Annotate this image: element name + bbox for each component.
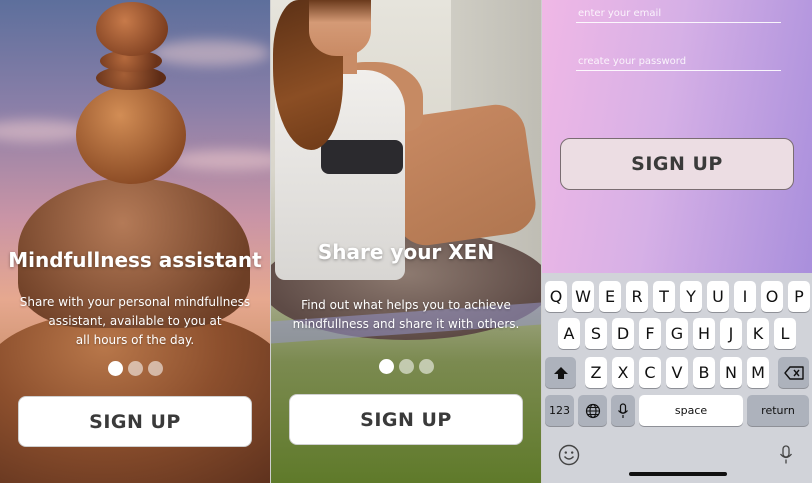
key-o[interactable]: O [761, 281, 783, 312]
page-dot-active[interactable] [107, 361, 123, 376]
on-screen-keyboard: Q W E R T Y U I O P A S D F G H J K L Z … [542, 273, 812, 483]
key-h[interactable]: H [693, 318, 715, 349]
key-l[interactable]: L [774, 318, 796, 349]
page-dot[interactable] [127, 361, 143, 376]
password-field[interactable] [576, 56, 781, 71]
key-n[interactable]: N [720, 357, 742, 388]
key-d[interactable]: D [612, 318, 634, 349]
description-line: Find out what helps you to achieve [301, 298, 511, 312]
key-s[interactable]: S [585, 318, 607, 349]
page-dot-active[interactable] [378, 359, 394, 374]
description-line: Share with your personal mindfullness [19, 295, 251, 309]
shift-key[interactable] [545, 357, 576, 388]
globe-icon [585, 403, 600, 418]
screen-title: Mindfullness assistant [8, 248, 262, 272]
sign-up-submit-button[interactable]: SIGN UP [560, 138, 794, 190]
description-line: mindfullness and share it with others. [292, 317, 520, 331]
sign-up-button[interactable]: SIGN UP [18, 396, 252, 447]
top-stone [96, 2, 168, 56]
shift-icon [553, 366, 568, 379]
description-line: all hours of the day. [75, 333, 195, 347]
key-y[interactable]: Y [680, 281, 702, 312]
delete-key[interactable] [778, 357, 809, 388]
gradient-background [542, 0, 812, 273]
key-v[interactable]: V [666, 357, 688, 388]
signup-form-screen: SIGN UP Q W E R T Y U I O P A S D F G H … [542, 0, 812, 483]
numbers-key[interactable]: 123 [545, 395, 574, 426]
head [309, 0, 371, 56]
key-t[interactable]: T [653, 281, 675, 312]
sign-up-button[interactable]: SIGN UP [289, 394, 523, 445]
key-m[interactable]: M [747, 357, 769, 388]
key-f[interactable]: F [639, 318, 661, 349]
page-indicator [0, 361, 270, 376]
return-key[interactable]: return [747, 395, 809, 426]
dictation-button[interactable] [773, 442, 799, 468]
key-u[interactable]: U [707, 281, 729, 312]
key-i[interactable]: I [734, 281, 756, 312]
key-z[interactable]: Z [585, 357, 607, 388]
microphone-key[interactable] [611, 395, 635, 426]
key-b[interactable]: B [693, 357, 715, 388]
microphone-icon [618, 402, 628, 418]
onboarding-screen-share: Share your XEN Find out what helps you t… [271, 0, 541, 483]
screen-description: Share with your personal mindfullness as… [0, 293, 270, 350]
home-indicator [629, 472, 727, 476]
screen-description: Find out what helps you to achieve mindf… [271, 296, 541, 334]
key-g[interactable]: G [666, 318, 688, 349]
page-dot[interactable] [147, 361, 163, 376]
emoji-button[interactable] [556, 442, 582, 468]
key-a[interactable]: A [558, 318, 580, 349]
sports-bra [321, 140, 403, 174]
backspace-icon [783, 365, 804, 380]
space-key[interactable]: space [639, 395, 743, 426]
page-dot[interactable] [398, 359, 414, 374]
page-dot[interactable] [418, 359, 434, 374]
globe-key[interactable] [578, 395, 607, 426]
key-x[interactable]: X [612, 357, 634, 388]
cloud [150, 40, 270, 66]
key-p[interactable]: P [788, 281, 810, 312]
dictation-microphone-icon [779, 445, 793, 464]
key-w[interactable]: W [572, 281, 594, 312]
page-indicator [271, 359, 541, 374]
key-c[interactable]: C [639, 357, 661, 388]
onboarding-screen-mindfulness: Mindfullness assistant Share with your p… [0, 0, 270, 483]
middle-stone [76, 86, 186, 184]
key-j[interactable]: J [720, 318, 742, 349]
key-e[interactable]: E [599, 281, 621, 312]
emoji-icon [558, 444, 580, 466]
key-r[interactable]: R [626, 281, 648, 312]
description-line: assistant, available to you at [48, 314, 222, 328]
key-q[interactable]: Q [545, 281, 567, 312]
key-k[interactable]: K [747, 318, 769, 349]
screen-title: Share your XEN [317, 240, 495, 264]
email-field[interactable] [576, 8, 781, 23]
